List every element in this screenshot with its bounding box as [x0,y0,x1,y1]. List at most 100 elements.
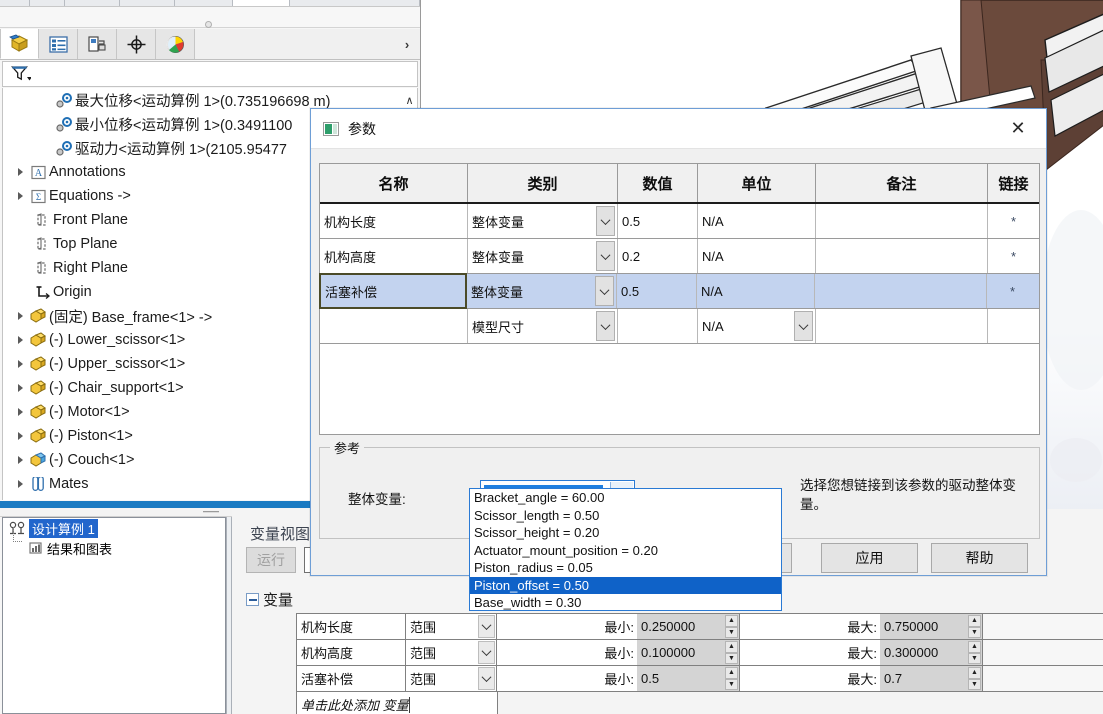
column-header-name[interactable]: 名称 [320,164,468,202]
param-note-cell[interactable] [815,274,987,308]
feature-manager-tab[interactable] [0,29,39,59]
dropdown-option[interactable]: Scissor_length = 0.50 [470,507,781,525]
column-header-value[interactable]: 数值 [618,164,698,202]
dropdown-option[interactable]: Bracket_angle = 60.00 [470,489,781,507]
variable-type-cell[interactable]: 范围 [405,665,497,692]
param-note-cell[interactable] [816,309,988,343]
tabstrip-segment[interactable] [175,0,233,6]
tabstrip-segment[interactable] [0,0,30,6]
max-value-field[interactable]: 0.300000 ▲ ▼ [880,639,983,666]
column-header-unit[interactable]: 单位 [698,164,816,202]
param-name-cell[interactable]: 机构长度 [320,204,468,238]
param-type-cell[interactable]: 整体变量 [467,274,617,308]
max-spinner[interactable]: ▲ ▼ [968,641,981,664]
param-type-cell[interactable]: 整体变量 [468,239,618,273]
expand-arrow-icon[interactable] [13,336,27,344]
tabstrip-segment[interactable] [65,0,120,6]
property-manager-tab[interactable] [39,29,78,59]
close-icon[interactable]: ✕ [998,114,1038,144]
dropdown-option[interactable]: Scissor_height = 0.20 [470,524,781,542]
param-value-cell[interactable]: 0.5 [617,274,697,308]
spinner-down-icon[interactable]: ▼ [968,652,981,664]
table-row[interactable]: 机构长度 整体变量 0.5 N/A * [320,204,1039,239]
spinner-up-icon[interactable]: ▲ [968,641,981,653]
global-variable-dropdown-list[interactable]: Bracket_angle = 60.00 Scissor_length = 0… [469,488,782,611]
param-note-cell[interactable] [816,239,988,273]
expand-arrow-icon[interactable] [13,168,27,176]
param-name-cell[interactable]: 活塞补偿 [319,273,467,309]
param-unit-cell[interactable]: N/A [698,239,816,273]
param-type-cell[interactable]: 模型尺寸 [468,309,618,343]
document-tabstrip[interactable] [0,0,420,7]
expand-arrow-icon[interactable] [13,312,27,320]
min-value-field[interactable]: 0.100000 ▲ ▼ [637,639,740,666]
apply-button[interactable]: 应用 [821,543,918,573]
spinner-up-icon[interactable]: ▲ [968,667,981,679]
splitter-grip[interactable] [205,21,212,28]
dropdown-option[interactable]: Base_width = 0.30 [470,594,781,612]
param-link-cell[interactable]: * [987,274,1038,308]
param-unit-cell[interactable]: N/A [698,309,816,343]
param-name-cell[interactable]: 机构高度 [320,239,468,273]
max-value-field[interactable]: 0.750000 ▲ ▼ [880,613,983,640]
dropdown-option[interactable]: Piston_radius = 0.05 [470,559,781,577]
table-row-selected[interactable]: 活塞补偿 整体变量 0.5 N/A * [319,273,1039,309]
spinner-down-icon[interactable]: ▼ [968,678,981,690]
splitter-grip[interactable] [203,511,219,513]
variable-name-cell[interactable]: 机构高度 [296,639,406,666]
max-value-field[interactable]: 0.7 ▲ ▼ [880,665,983,692]
param-link-cell[interactable]: * [988,239,1039,273]
spinner-up-icon[interactable]: ▲ [725,667,738,679]
param-value-cell[interactable]: 0.5 [618,204,698,238]
spinner-down-icon[interactable]: ▼ [725,652,738,664]
spinner-up-icon[interactable]: ▲ [968,615,981,627]
min-value-field[interactable]: 0.5 ▲ ▼ [637,665,740,692]
panel-splitter[interactable] [0,7,420,28]
variable-type-cell[interactable]: 范围 [405,639,497,666]
min-spinner[interactable]: ▲ ▼ [725,641,738,664]
spinner-up-icon[interactable]: ▲ [725,641,738,653]
variable-name-cell[interactable]: 活塞补偿 [296,665,406,692]
variables-section-header[interactable]: 变量 [246,589,293,610]
chevron-down-icon[interactable] [478,615,495,638]
variable-row[interactable]: 机构高度 范围 最小: 0.100000 ▲ ▼ 最大: 0.300000 ▲ ▼ [296,639,1103,666]
param-link-cell[interactable] [988,309,1039,343]
param-type-cell[interactable]: 整体变量 [468,204,618,238]
expand-arrow-icon[interactable] [13,360,27,368]
chevron-down-icon[interactable] [478,641,495,664]
expand-arrow-icon[interactable] [13,480,27,488]
spinner-down-icon[interactable]: ▼ [968,626,981,638]
column-header-link[interactable]: 链接 [988,164,1039,202]
spinner-up-icon[interactable]: ▲ [725,615,738,627]
chevron-down-icon[interactable] [478,667,495,690]
expand-arrow-icon[interactable] [13,408,27,416]
min-value-field[interactable]: 0.250000 ▲ ▼ [637,613,740,640]
param-unit-cell[interactable]: N/A [698,204,816,238]
variable-row[interactable]: 活塞补偿 范围 最小: 0.5 ▲ ▼ 最大: 0.7 ▲ ▼ [296,665,1103,692]
tabstrip-segment[interactable] [120,0,175,6]
param-unit-cell[interactable]: N/A [697,274,815,308]
spinner-down-icon[interactable]: ▼ [725,678,738,690]
min-spinner[interactable]: ▲ ▼ [725,667,738,690]
run-button[interactable]: 运行 [246,547,296,573]
spinner-down-icon[interactable]: ▼ [725,626,738,638]
tabstrip-segment-active[interactable] [233,0,290,6]
configuration-manager-tab[interactable] [78,29,117,59]
dialog-title-bar[interactable]: 参数 ✕ [311,109,1046,149]
tree-scroll-up-button[interactable]: ∧ [402,92,417,108]
variable-name-cell[interactable]: 机构长度 [296,613,406,640]
chevron-down-icon[interactable] [794,311,813,341]
dropdown-option[interactable]: Actuator_mount_position = 0.20 [470,542,781,560]
tabstrip-segment[interactable] [290,0,420,6]
chevron-down-icon[interactable] [408,697,410,713]
table-row-empty[interactable]: 模型尺寸 N/A [320,309,1039,344]
min-spinner[interactable]: ▲ ▼ [725,615,738,638]
study-tree-root[interactable]: 设计算例 1 [3,518,225,538]
chevron-down-icon[interactable] [596,311,615,341]
display-manager-tab[interactable] [156,29,195,59]
more-tabs-button[interactable]: › [394,29,420,59]
param-note-cell[interactable] [816,204,988,238]
collapse-minus-icon[interactable] [246,593,259,606]
dimxpert-manager-tab[interactable] [117,29,156,59]
study-tree-results[interactable]: 结果和图表 [3,538,225,558]
